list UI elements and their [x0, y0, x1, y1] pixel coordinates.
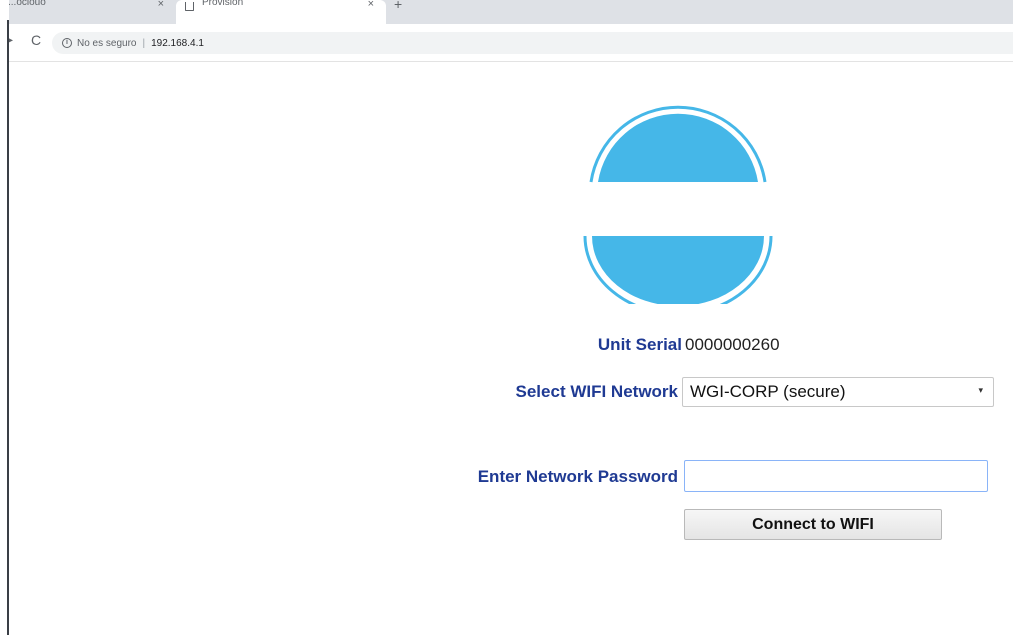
tab-close-icon[interactable]: ×	[158, 0, 164, 10]
serial-value: 0000000260	[685, 335, 780, 354]
page-icon	[185, 2, 194, 11]
tab-provision[interactable]: Provision ×	[176, 0, 386, 24]
window-edge	[0, 0, 9, 635]
password-label: Enter Network Password	[477, 467, 678, 486]
security-label: No es seguro	[77, 37, 137, 49]
tab-label: Provision	[202, 0, 244, 8]
wifi-network-select[interactable]: WGI-CORP (secure) ▾	[682, 377, 994, 407]
browser-toolbar: ▸ C i No es seguro | 192.168.4.1	[0, 24, 1013, 62]
tab-previous[interactable]: ...ociouo ×	[0, 0, 176, 24]
wifi-selected-value: WGI-CORP (secure)	[690, 382, 846, 401]
serial-label: Unit Serial	[597, 335, 682, 354]
wifi-network-label: Select WIFI Network	[515, 382, 678, 401]
new-tab-button[interactable]: +	[394, 0, 402, 12]
url-separator: |	[142, 37, 146, 49]
url-text[interactable]: 192.168.4.1	[151, 38, 204, 49]
info-icon[interactable]: i	[62, 38, 72, 48]
tab-close-icon[interactable]: ×	[368, 0, 374, 10]
page-content: Unit Serial 0000000260 Select WIFI Netwo…	[9, 63, 1013, 635]
reload-icon[interactable]: C	[31, 32, 41, 48]
tab-strip: ...ociouo × Provision × +	[0, 0, 1013, 24]
logo	[583, 105, 773, 304]
connect-wifi-button[interactable]: Connect to WIFI	[684, 509, 942, 540]
logo-top-half	[598, 113, 758, 182]
chevron-down-icon[interactable]: ▾	[978, 385, 983, 396]
address-bar[interactable]: i No es seguro | 192.168.4.1	[52, 32, 1013, 54]
password-input[interactable]	[684, 460, 988, 492]
tab-label: ...ociouo	[8, 0, 46, 8]
browser-window: ...ociouo × Provision × + ▸ C i No es se…	[0, 0, 1013, 635]
